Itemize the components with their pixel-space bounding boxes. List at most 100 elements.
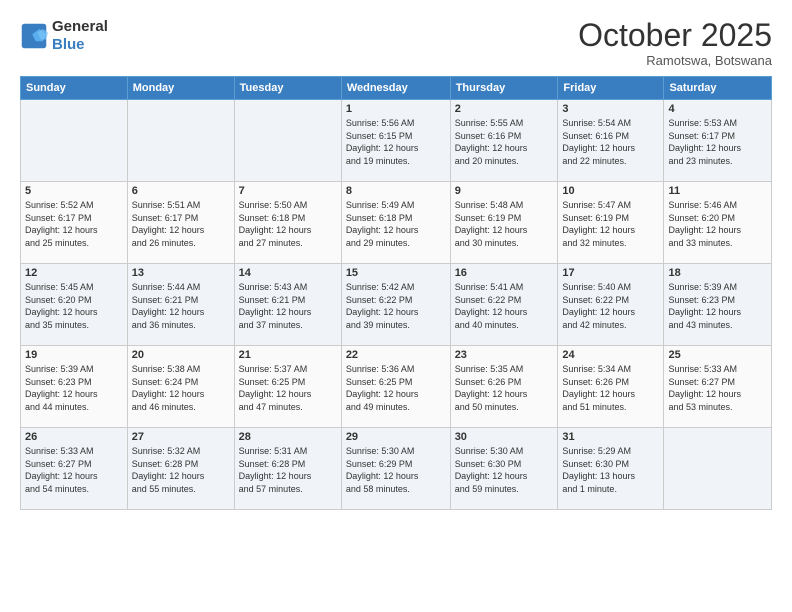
day-info: Sunrise: 5:40 AMSunset: 6:22 PMDaylight:… [562,281,659,331]
calendar-cell: 30 Sunrise: 5:30 AMSunset: 6:30 PMDayligh… [450,428,558,510]
day-number: 31 [562,431,659,443]
title-block: October 2025 Ramotswa, Botswana [578,18,772,68]
day-info: Sunrise: 5:54 AMSunset: 6:16 PMDaylight:… [562,117,659,167]
day-info: Sunrise: 5:55 AMSunset: 6:16 PMDaylight:… [455,117,554,167]
day-number: 28 [239,431,337,443]
day-number: 14 [239,267,337,279]
calendar-cell: 3Sunrise: 5:54 AMSunset: 6:16 PMDaylight… [558,100,664,182]
day-info: Sunrise: 5:52 AMSunset: 6:17 PMDaylight:… [25,199,123,249]
day-number: 21 [239,349,337,361]
day-info: Sunrise: 5:41 AMSunset: 6:22 PMDaylight:… [455,281,554,331]
col-tuesday: Tuesday [234,77,341,100]
day-info: Sunrise: 5:48 AMSunset: 6:19 PMDaylight:… [455,199,554,249]
day-number: 29 [346,431,446,443]
day-number: 25 [668,349,767,361]
col-wednesday: Wednesday [341,77,450,100]
logo-icon [20,22,48,50]
calendar-cell: 28 Sunrise: 5:31 AMSunset: 6:28 PMDayligh… [234,428,341,510]
calendar-cell: 6 Sunrise: 5:51 AMSunset: 6:17 PMDaylight… [127,182,234,264]
calendar-cell: 10 Sunrise: 5:47 AMSunset: 6:19 PMDayligh… [558,182,664,264]
day-number: 20 [132,349,230,361]
day-info: Sunrise: 5:33 AMSunset: 6:27 PMDaylight:… [668,363,767,413]
calendar-cell: 19Sunrise: 5:39 AMSunset: 6:23 PMDayligh… [21,346,128,428]
calendar-cell: 2 Sunrise: 5:55 AMSunset: 6:16 PMDaylight… [450,100,558,182]
logo-text-line2: Blue [52,36,108,54]
day-number: 7 [239,185,337,197]
calendar-week-row: 5 Sunrise: 5:52 AMSunset: 6:17 PMDaylight… [21,182,772,264]
day-number: 10 [562,185,659,197]
day-info: Sunrise: 5:31 AMSunset: 6:28 PMDaylight:… [239,445,337,495]
day-number: 27 [132,431,230,443]
day-number: 30 [455,431,554,443]
col-thursday: Thursday [450,77,558,100]
col-sunday: Sunday [21,77,128,100]
day-number: 26 [25,431,123,443]
calendar-cell: 27Sunrise: 5:32 AMSunset: 6:28 PMDayligh… [127,428,234,510]
calendar-cell: 4 Sunrise: 5:53 AMSunset: 6:17 PMDaylight… [664,100,772,182]
calendar-cell: 8 Sunrise: 5:49 AMSunset: 6:18 PMDaylight… [341,182,450,264]
day-number: 19 [25,349,123,361]
day-number: 5 [25,185,123,197]
calendar-cell: 15 Sunrise: 5:42 AMSunset: 6:22 PMDayligh… [341,264,450,346]
calendar-cell: 16 Sunrise: 5:41 AMSunset: 6:22 PMDayligh… [450,264,558,346]
day-info: Sunrise: 5:37 AMSunset: 6:25 PMDaylight:… [239,363,337,413]
day-number: 15 [346,267,446,279]
day-number: 4 [668,103,767,115]
calendar-cell: 5 Sunrise: 5:52 AMSunset: 6:17 PMDaylight… [21,182,128,264]
calendar-week-row: 1 Sunrise: 5:56 AMSunset: 6:15 PMDaylight… [21,100,772,182]
day-number: 13 [132,267,230,279]
day-info: Sunrise: 5:50 AMSunset: 6:18 PMDaylight:… [239,199,337,249]
day-number: 8 [346,185,446,197]
calendar-cell [664,428,772,510]
day-info: Sunrise: 5:49 AMSunset: 6:18 PMDaylight:… [346,199,446,249]
calendar-cell: 23Sunrise: 5:35 AMSunset: 6:26 PMDayligh… [450,346,558,428]
month-title: October 2025 [578,18,772,53]
day-info: Sunrise: 5:36 AMSunset: 6:25 PMDaylight:… [346,363,446,413]
day-info: Sunrise: 5:51 AMSunset: 6:17 PMDaylight:… [132,199,230,249]
col-monday: Monday [127,77,234,100]
col-saturday: Saturday [664,77,772,100]
day-info: Sunrise: 5:33 AMSunset: 6:27 PMDaylight:… [25,445,123,495]
calendar-cell: 12 Sunrise: 5:45 AMSunset: 6:20 PMDayligh… [21,264,128,346]
calendar-cell: 11Sunrise: 5:46 AMSunset: 6:20 PMDayligh… [664,182,772,264]
calendar-cell: 25 Sunrise: 5:33 AMSunset: 6:27 PMDayligh… [664,346,772,428]
day-info: Sunrise: 5:46 AMSunset: 6:20 PMDaylight:… [668,199,767,249]
logo-text-line1: General [52,18,108,36]
calendar-cell: 1 Sunrise: 5:56 AMSunset: 6:15 PMDaylight… [341,100,450,182]
calendar-cell: 13Sunrise: 5:44 AMSunset: 6:21 PMDayligh… [127,264,234,346]
day-number: 9 [455,185,554,197]
day-info: Sunrise: 5:34 AMSunset: 6:26 PMDaylight:… [562,363,659,413]
day-info: Sunrise: 5:30 AMSunset: 6:29 PMDaylight:… [346,445,446,495]
calendar-week-row: 26 Sunrise: 5:33 AMSunset: 6:27 PMDayligh… [21,428,772,510]
calendar-cell: 31Sunrise: 5:29 AMSunset: 6:30 PMDayligh… [558,428,664,510]
day-number: 1 [346,103,446,115]
calendar-cell: 17 Sunrise: 5:40 AMSunset: 6:22 PMDayligh… [558,264,664,346]
day-number: 22 [346,349,446,361]
day-info: Sunrise: 5:39 AMSunset: 6:23 PMDaylight:… [668,281,767,331]
calendar-cell: 7 Sunrise: 5:50 AMSunset: 6:18 PMDaylight… [234,182,341,264]
day-info: Sunrise: 5:47 AMSunset: 6:19 PMDaylight:… [562,199,659,249]
calendar-cell: 20 Sunrise: 5:38 AMSunset: 6:24 PMDayligh… [127,346,234,428]
day-number: 2 [455,103,554,115]
calendar-cell: 14Sunrise: 5:43 AMSunset: 6:21 PMDayligh… [234,264,341,346]
calendar-cell: 29 Sunrise: 5:30 AMSunset: 6:29 PMDayligh… [341,428,450,510]
day-number: 6 [132,185,230,197]
calendar-page: General Blue October 2025 Ramotswa, Bots… [0,0,792,612]
day-info: Sunrise: 5:30 AMSunset: 6:30 PMDaylight:… [455,445,554,495]
calendar-cell: 22 Sunrise: 5:36 AMSunset: 6:25 PMDayligh… [341,346,450,428]
day-info: Sunrise: 5:42 AMSunset: 6:22 PMDaylight:… [346,281,446,331]
day-info: Sunrise: 5:56 AMSunset: 6:15 PMDaylight:… [346,117,446,167]
calendar-cell: 24Sunrise: 5:34 AMSunset: 6:26 PMDayligh… [558,346,664,428]
day-info: Sunrise: 5:53 AMSunset: 6:17 PMDaylight:… [668,117,767,167]
day-number: 18 [668,267,767,279]
calendar-week-row: 12 Sunrise: 5:45 AMSunset: 6:20 PMDayligh… [21,264,772,346]
day-info: Sunrise: 5:38 AMSunset: 6:24 PMDaylight:… [132,363,230,413]
calendar-cell [127,100,234,182]
day-number: 12 [25,267,123,279]
day-number: 16 [455,267,554,279]
calendar-cell: 26 Sunrise: 5:33 AMSunset: 6:27 PMDayligh… [21,428,128,510]
calendar-cell [234,100,341,182]
day-info: Sunrise: 5:35 AMSunset: 6:26 PMDaylight:… [455,363,554,413]
day-number: 17 [562,267,659,279]
day-info: Sunrise: 5:45 AMSunset: 6:20 PMDaylight:… [25,281,123,331]
